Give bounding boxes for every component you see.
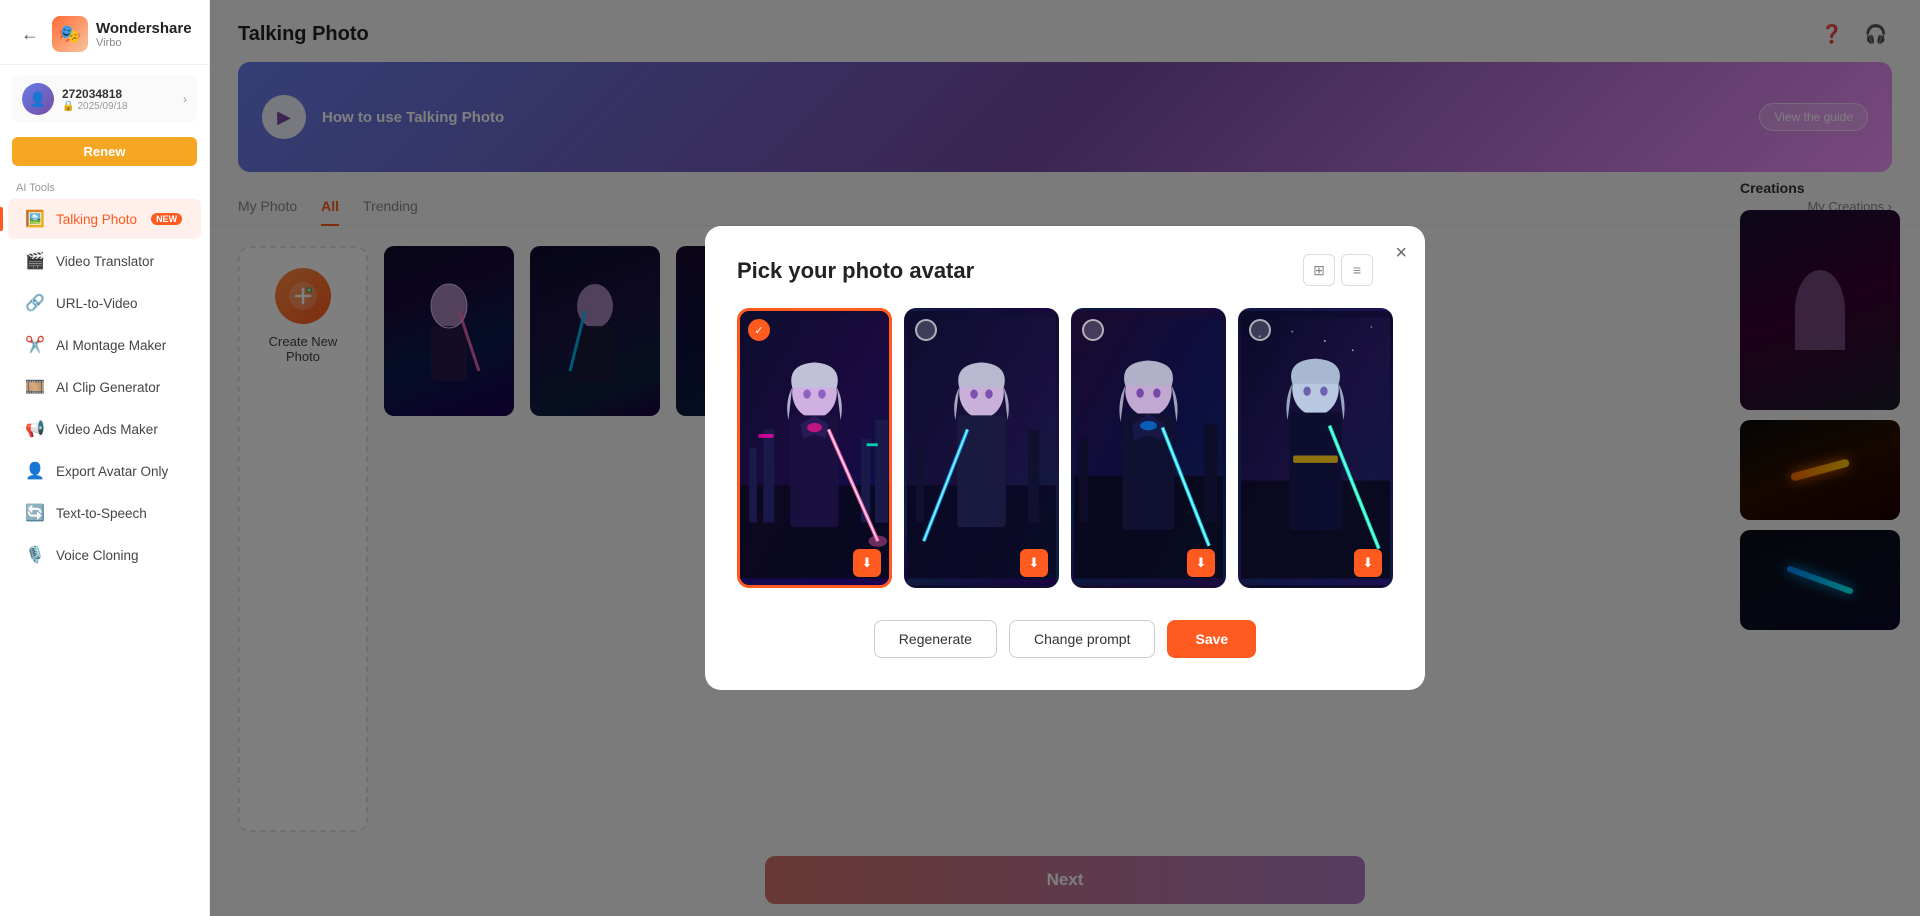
sidebar-item-video-translator[interactable]: 🎬 Video Translator [8,241,201,281]
download-icon-4[interactable]: ⬇ [1354,549,1382,577]
select-check-2 [915,319,937,341]
sidebar-header: ← 🎭 Wondershare Virbo [0,0,209,65]
user-expand-arrow[interactable]: › [183,92,187,106]
sidebar-item-url-to-video[interactable]: 🔗 URL-to-Video [8,283,201,323]
sidebar-item-label-text-to-speech: Text-to-Speech [56,506,147,521]
sidebar-item-label-ai-montage-maker: AI Montage Maker [56,338,166,353]
sidebar-item-video-ads-maker[interactable]: 📢 Video Ads Maker [8,409,201,449]
user-card[interactable]: 👤 272034818 🔒 2025/09/18 › [12,75,197,123]
ai-clip-icon: 🎞️ [24,376,46,398]
tts-icon: 🔄 [24,502,46,524]
grid-view-button[interactable]: ⊞ [1303,254,1335,286]
sidebar-item-label-ai-clip-generator: AI Clip Generator [56,380,160,395]
ai-montage-icon: ✂️ [24,334,46,356]
select-check-3 [1082,319,1104,341]
modal-view-toggle: ⊞ ≡ [1303,254,1373,286]
save-button[interactable]: Save [1167,620,1256,658]
download-icon-3[interactable]: ⬇ [1187,549,1215,577]
download-icon-1[interactable]: ⬇ [853,549,881,577]
modal-overlay: Pick your photo avatar × ⊞ ≡ [210,0,1920,916]
sidebar-item-ai-clip-generator[interactable]: 🎞️ AI Clip Generator [8,367,201,407]
pick-avatar-modal: Pick your photo avatar × ⊞ ≡ [705,226,1425,690]
modal-image-1[interactable]: ⬇ [737,308,892,588]
sidebar-item-label-talking-photo: Talking Photo [56,212,137,227]
brand-name: Wondershare [96,20,192,37]
sidebar-item-export-avatar-only[interactable]: 👤 Export Avatar Only [8,451,201,491]
talking-photo-icon: 🖼️ [24,208,46,230]
select-check-4 [1249,319,1271,341]
product-name: Virbo [96,37,192,49]
video-ads-icon: 📢 [24,418,46,440]
main-content: Talking Photo ❓ 🎧 ▶ How to use Talking P… [210,0,1920,916]
user-date: 🔒 2025/09/18 [62,101,175,112]
regenerate-button[interactable]: Regenerate [874,620,997,658]
new-badge: NEW [151,213,182,225]
voice-cloning-icon: 🎙️ [24,544,46,566]
sidebar-item-label-url-to-video: URL-to-Video [56,296,138,311]
download-icon-2[interactable]: ⬇ [1020,549,1048,577]
sidebar-item-label-voice-cloning: Voice Cloning [56,548,139,563]
sidebar: ← 🎭 Wondershare Virbo 👤 272034818 🔒 2025… [0,0,210,916]
sidebar-item-voice-cloning[interactable]: 🎙️ Voice Cloning [8,535,201,575]
change-prompt-button[interactable]: Change prompt [1009,620,1156,658]
modal-image-grid: ⬇ [737,308,1393,588]
modal-image-4[interactable]: ⬇ [1238,308,1393,588]
sidebar-item-label-export-avatar-only: Export Avatar Only [56,464,168,479]
sidebar-item-label-video-ads-maker: Video Ads Maker [56,422,158,437]
video-translator-icon: 🎬 [24,250,46,272]
sidebar-item-label-video-translator: Video Translator [56,254,154,269]
user-id: 272034818 [62,87,175,101]
url-to-video-icon: 🔗 [24,292,46,314]
select-check-1 [748,319,770,341]
ai-tools-section-label: AI Tools [0,174,209,198]
list-view-button[interactable]: ≡ [1341,254,1373,286]
modal-title: Pick your photo avatar [737,258,1393,284]
logo-text-block: Wondershare Virbo [96,20,192,49]
back-button[interactable]: ← [16,20,44,48]
modal-actions: Regenerate Change prompt Save [737,620,1393,658]
export-avatar-icon: 👤 [24,460,46,482]
modal-image-2[interactable]: ⬇ [904,308,1059,588]
modal-image-3[interactable]: ⬇ [1071,308,1226,588]
modal-close-button[interactable]: × [1395,242,1407,265]
sidebar-item-text-to-speech[interactable]: 🔄 Text-to-Speech [8,493,201,533]
logo-icon: 🎭 [52,16,88,52]
sidebar-item-talking-photo[interactable]: 🖼️ Talking Photo NEW [8,199,201,239]
user-info: 272034818 🔒 2025/09/18 [62,87,175,112]
renew-button[interactable]: Renew [12,137,197,166]
user-avatar: 👤 [22,83,54,115]
sidebar-item-ai-montage-maker[interactable]: ✂️ AI Montage Maker [8,325,201,365]
